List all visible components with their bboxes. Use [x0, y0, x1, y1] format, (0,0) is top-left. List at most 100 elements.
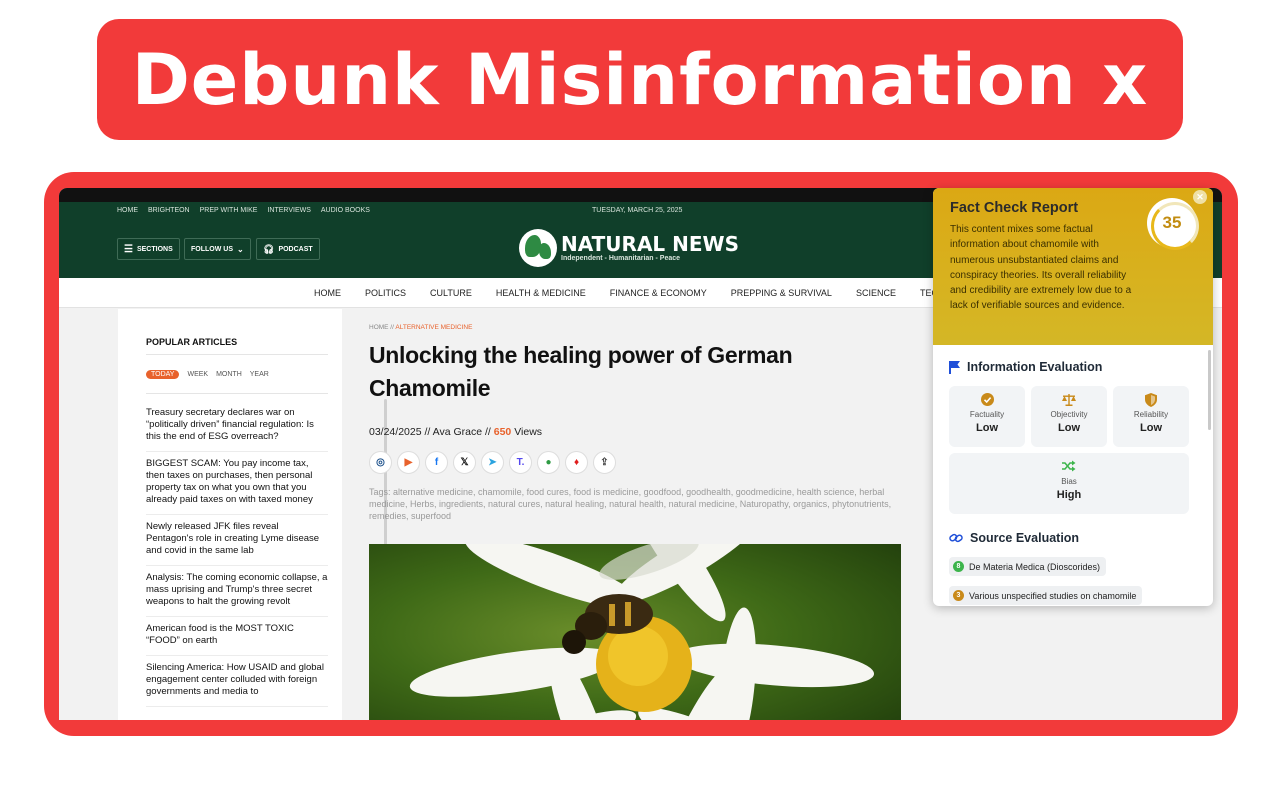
source-item[interactable]: 8 De Materia Medica (Dioscorides) — [949, 557, 1107, 576]
util-link-interviews[interactable]: INTERVIEWS — [267, 207, 310, 214]
metric-value: Low — [1058, 422, 1080, 434]
share-button[interactable]: ➤ — [481, 451, 504, 474]
article-date: 03/24/2025 — [369, 426, 422, 438]
shield-icon — [1145, 393, 1157, 407]
bias-card: Bias High — [949, 453, 1189, 514]
share-button[interactable]: ◎ — [369, 451, 392, 474]
metric-label: Objectivity — [1050, 410, 1088, 419]
source-evaluation-heading: Source Evaluation — [949, 531, 1079, 545]
bee-on-chamomile-image — [409, 544, 875, 720]
byline-separator: // — [421, 426, 433, 438]
metric-label: Reliability — [1133, 410, 1169, 419]
list-item[interactable]: Analysis: The coming economic collapse, … — [146, 566, 328, 617]
truth-social-icon: T. — [516, 457, 525, 468]
article-hero-image — [369, 544, 901, 720]
nav-finance[interactable]: FINANCE & ECONOMY — [610, 288, 707, 298]
list-item[interactable]: Newly released JFK files reveal Pentagon… — [146, 515, 328, 566]
menu-icon: ☰ — [124, 243, 133, 255]
source-score-badge: 8 — [953, 561, 964, 572]
list-item[interactable]: Silencing America: How USAID and global … — [146, 656, 328, 707]
chevron-down-icon: ⌄ — [237, 244, 244, 254]
nav-prepping[interactable]: PREPPING & SURVIVAL — [731, 288, 832, 298]
source-name: Various unspecified studies on chamomile — [969, 590, 1137, 601]
sections-button[interactable]: ☰ SECTIONS — [117, 238, 180, 260]
tab-week[interactable]: WEEK — [187, 371, 208, 378]
list-item[interactable]: Treasury secretary declares war on “poli… — [146, 401, 328, 452]
util-link-prep[interactable]: PREP WITH MIKE — [200, 207, 258, 214]
gettr-icon: ♦ — [573, 457, 580, 468]
podcast-label: PODCAST — [278, 245, 313, 253]
source-item[interactable]: 3 Various unspecified studies on chamomi… — [949, 586, 1143, 605]
link-icon — [949, 533, 963, 543]
share-buttons: ◎ ▶ f 𝕏 ➤ T. ● ♦ ⇪ — [369, 451, 616, 474]
popular-articles-list: Treasury secretary declares war on “poli… — [146, 401, 328, 707]
rumble-icon: ▶ — [404, 457, 413, 468]
site-date: TUESDAY, MARCH 25, 2025 — [592, 207, 683, 214]
nav-home[interactable]: HOME — [314, 288, 341, 298]
nav-health[interactable]: HEALTH & MEDICINE — [496, 288, 586, 298]
tab-year[interactable]: YEAR — [250, 371, 269, 378]
breadcrumb-home[interactable]: HOME — [369, 324, 389, 331]
article-author[interactable]: Ava Grace — [433, 426, 482, 438]
byline-separator: // — [482, 426, 494, 438]
logo-tagline: Independent - Humanitarian - Peace — [561, 255, 681, 262]
article-headline: Unlocking the healing power of German Ch… — [369, 342, 793, 401]
share-button[interactable]: ● — [537, 451, 560, 474]
follow-label: FOLLOW US — [191, 245, 233, 253]
list-item[interactable]: BIGGEST SCAM: You pay income tax, then t… — [146, 452, 328, 515]
objectivity-card: Objectivity Low — [1031, 386, 1107, 447]
flag-icon — [949, 360, 960, 374]
close-button[interactable]: ✕ — [1193, 190, 1207, 204]
article-byline: 03/24/2025 // Ava Grace // 650 Views — [369, 426, 542, 438]
nav-science[interactable]: SCIENCE — [856, 288, 896, 298]
breadcrumb-section[interactable]: ALTERNATIVE MEDICINE — [395, 324, 472, 331]
share-button[interactable]: ▶ — [397, 451, 420, 474]
views-count: 650 — [493, 426, 512, 438]
tab-today[interactable]: TODAY — [146, 370, 180, 379]
share-button[interactable]: 𝕏 — [453, 451, 476, 474]
share-button[interactable]: T. — [509, 451, 532, 474]
article: HOME // ALTERNATIVE MEDICINE Unlocking t… — [369, 309, 919, 720]
fact-check-header: Fact Check Report This content mixes som… — [933, 188, 1213, 345]
scale-icon — [1062, 394, 1076, 406]
credibility-score-ring: 35 — [1147, 198, 1199, 250]
fact-check-panel: Fact Check Report This content mixes som… — [933, 188, 1213, 606]
list-item[interactable]: American food is the MOST TOXIC “FOOD” o… — [146, 617, 328, 656]
tab-month[interactable]: MONTH — [216, 371, 242, 378]
logo-name: NATURAL NEWS — [561, 232, 739, 256]
shuffle-icon — [1062, 460, 1076, 472]
nav-politics[interactable]: POLITICS — [365, 288, 406, 298]
share-button[interactable]: f — [425, 451, 448, 474]
information-evaluation-heading: Information Evaluation — [949, 360, 1102, 374]
metric-value: Low — [1140, 422, 1162, 434]
nav-culture[interactable]: CULTURE — [430, 288, 472, 298]
util-link-audiobooks[interactable]: AUDIO BOOKS — [321, 207, 370, 214]
brighteon-icon: ◎ — [376, 457, 385, 468]
headphones-icon: 🎧︎ — [263, 243, 275, 254]
facebook-icon: f — [434, 457, 439, 468]
credibility-score: 35 — [1162, 213, 1182, 232]
breadcrumb: HOME // ALTERNATIVE MEDICINE — [369, 324, 472, 331]
share-button[interactable]: ♦ — [565, 451, 588, 474]
source-score-badge: 3 — [953, 590, 964, 601]
follow-us-button[interactable]: FOLLOW US ⌄ — [184, 238, 251, 260]
source-evaluation-title: Source Evaluation — [970, 531, 1080, 545]
x-icon: 𝕏 — [460, 457, 469, 468]
site-logo[interactable]: NATURAL NEWS Independent - Humanitarian … — [519, 229, 739, 267]
sidebar-heading: POPULAR ARTICLES — [146, 337, 238, 347]
panel-summary: This content mixes some factual informat… — [950, 224, 1132, 312]
podcast-button[interactable]: 🎧︎ PODCAST — [256, 238, 320, 260]
source-name: De Materia Medica (Dioscorides) — [969, 561, 1101, 572]
panel-scrollbar[interactable] — [1208, 350, 1211, 430]
share-button[interactable]: ⇪ — [593, 451, 616, 474]
check-circle-icon — [980, 393, 994, 406]
period-tabs: TODAY WEEK MONTH YEAR — [146, 370, 269, 379]
frog-icon: ● — [545, 457, 552, 468]
util-link-home[interactable]: HOME — [117, 207, 138, 214]
metric-label: Factuality — [969, 410, 1005, 419]
util-link-brighteon[interactable]: BRIGHTEON — [148, 207, 190, 214]
divider — [146, 393, 328, 394]
article-tags: Tags: alternative medicine, chamomile, f… — [369, 487, 892, 521]
metric-value: Low — [976, 422, 998, 434]
information-evaluation-title: Information Evaluation — [967, 360, 1103, 374]
